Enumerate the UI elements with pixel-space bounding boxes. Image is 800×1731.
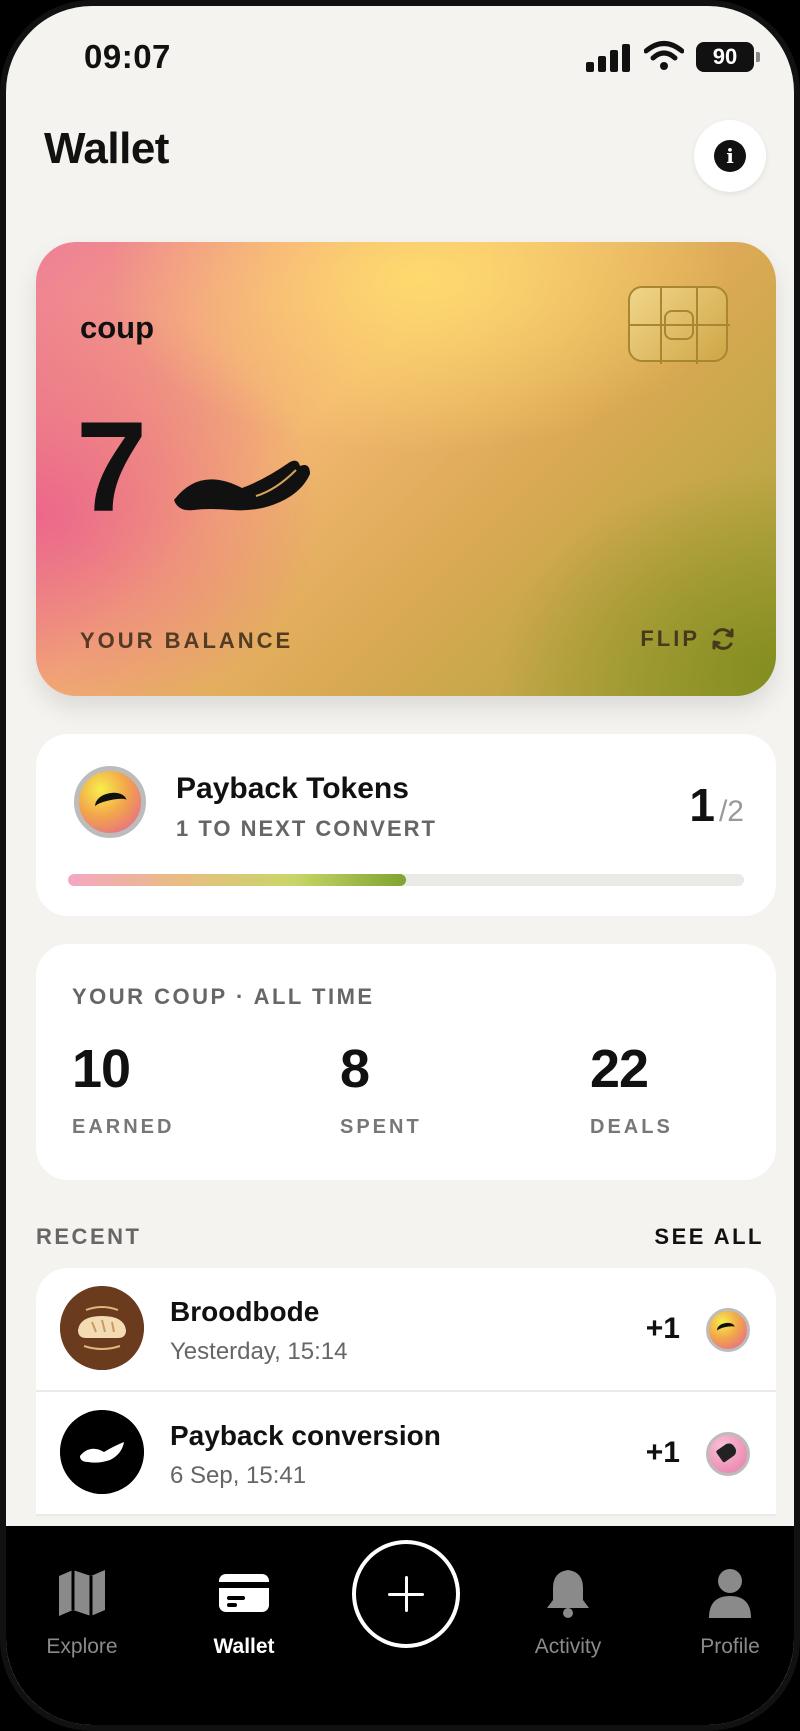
list-item-time: Yesterday, 15:14 (170, 1338, 348, 1365)
stat-label: EARNED (72, 1116, 175, 1138)
tokens-current: 1 (689, 779, 715, 831)
payback-coin-icon (706, 1308, 750, 1352)
map-icon (59, 1570, 105, 1616)
list-item-time: 6 Sep, 15:41 (170, 1462, 307, 1489)
balance-label: YOUR BALANCE (80, 628, 294, 653)
tokens-title: Payback Tokens (176, 772, 409, 805)
balance-amount: 7 (76, 396, 147, 539)
tab-bar: Explore Wallet Activity Profile (6, 1526, 794, 1725)
stat-deals: 22 DEALS (590, 1042, 673, 1139)
info-button[interactable]: i (694, 120, 766, 192)
tab-label: Wallet (213, 1635, 275, 1658)
status-time: 09:07 (84, 38, 171, 75)
bread-avatar-icon (60, 1286, 144, 1370)
stats-heading: YOUR COUP · ALL TIME (72, 984, 375, 1009)
bell-icon (547, 1570, 589, 1618)
tab-explore[interactable]: Explore (22, 1566, 142, 1659)
page-title: Wallet (44, 124, 169, 173)
tab-label: Profile (700, 1635, 760, 1658)
recent-list: Broodbode Yesterday, 15:14 +1 Payback co… (36, 1268, 776, 1516)
tab-label: Explore (46, 1635, 118, 1658)
stat-label: DEALS (590, 1116, 673, 1138)
tab-label: Activity (534, 1635, 602, 1658)
see-all-link[interactable]: SEE ALL (654, 1224, 764, 1250)
tab-wallet[interactable]: Wallet (184, 1566, 304, 1659)
stat-label: SPENT (340, 1116, 422, 1138)
list-item-title: Broodbode (170, 1296, 320, 1327)
list-item[interactable]: Broodbode Yesterday, 15:14 +1 (36, 1268, 776, 1392)
payback-avatar-icon (60, 1410, 144, 1494)
add-button[interactable] (352, 1540, 460, 1648)
stat-spent: 8 SPENT (340, 1042, 422, 1139)
stat-value: 22 (590, 1039, 649, 1099)
coup-hand-icon (174, 460, 310, 511)
tab-profile[interactable]: Profile (670, 1566, 790, 1659)
payback-coin-icon (74, 766, 146, 838)
payback-tokens-panel[interactable]: Payback Tokens 1 TO NEXT CONVERT 1/2 (36, 734, 776, 916)
tag-coin-icon (706, 1432, 750, 1476)
list-item-delta: +1 (645, 1312, 680, 1345)
stat-value: 10 (72, 1039, 131, 1099)
list-item-delta: +1 (645, 1436, 680, 1469)
tokens-progress-fill (68, 874, 406, 886)
list-item[interactable]: Payback conversion 6 Sep, 15:41 +1 (36, 1392, 776, 1516)
card-brand: coup (80, 310, 155, 345)
tab-activity[interactable]: Activity (508, 1566, 628, 1659)
card-chip-icon (628, 286, 730, 364)
tokens-progress-bar (68, 874, 744, 886)
stat-value: 8 (340, 1039, 370, 1099)
phone-screen: 09:07 90 Wallet i coup 7 YOUR BALANCE FL… (0, 0, 800, 1731)
list-item-title: Payback conversion (170, 1420, 441, 1451)
info-icon: i (714, 140, 746, 172)
flip-button[interactable]: FLIP (640, 626, 736, 652)
stat-earned: 10 EARNED (72, 1042, 174, 1139)
tokens-subtitle: 1 TO NEXT CONVERT (176, 816, 437, 841)
recent-heading: RECENT (36, 1224, 142, 1249)
wifi-icon (644, 41, 684, 70)
tokens-total: /2 (718, 795, 744, 828)
battery-indicator: 90 (696, 42, 760, 72)
flip-label: FLIP (640, 626, 700, 651)
status-bar: 09:07 90 (6, 6, 794, 106)
stats-panel: YOUR COUP · ALL TIME 10 EARNED 8 SPENT 2… (36, 944, 776, 1180)
refresh-icon (712, 628, 734, 650)
tokens-count: 1/2 (689, 778, 744, 832)
person-icon (709, 1569, 751, 1618)
signal-icon (586, 44, 632, 72)
balance-card[interactable]: coup 7 YOUR BALANCE FLIP (36, 242, 776, 696)
wallet-icon (219, 1574, 269, 1612)
